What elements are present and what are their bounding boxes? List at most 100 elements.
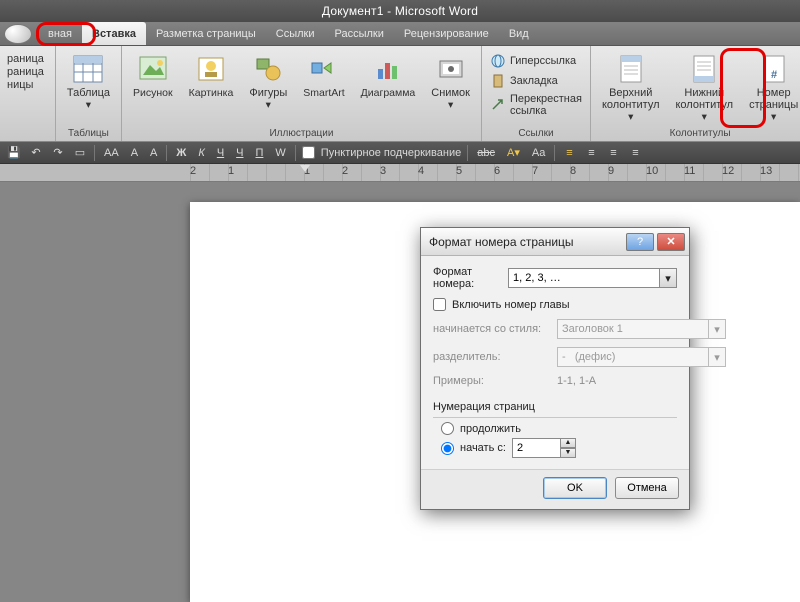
- start-at-radio[interactable]: [441, 442, 454, 455]
- format-value[interactable]: [508, 268, 659, 288]
- page-number-icon: #: [758, 53, 790, 85]
- chevron-down-icon: ▾: [708, 347, 726, 367]
- screenshot-button[interactable]: Снимок ▾: [426, 50, 475, 128]
- ribbon: раница раница ницы Таблица ▾ Таблицы Рис…: [0, 46, 800, 142]
- hyperlink-icon: [490, 53, 506, 69]
- group-label: [2, 128, 49, 141]
- style-dropdown: ▾: [557, 319, 726, 339]
- format-label: Формат номера:: [433, 266, 502, 290]
- qat-aaa[interactable]: Аа: [529, 147, 549, 159]
- qat-aa[interactable]: AА: [101, 147, 122, 159]
- footer-label: Нижний колонтитул ▾: [676, 87, 734, 123]
- header-icon: [615, 53, 647, 85]
- page-number-format-dialog: Формат номера страницы ? ✕ Формат номера…: [420, 227, 690, 510]
- qat-w[interactable]: W: [272, 147, 288, 159]
- tab-mailings[interactable]: Рассылки: [324, 22, 393, 45]
- align-right-icon[interactable]: ≡: [605, 145, 621, 161]
- header-button[interactable]: Верхний колонтитул ▾: [597, 50, 665, 128]
- start-at-input[interactable]: [512, 438, 560, 458]
- group-illustrations: Рисунок Картинка Фигуры ▾ SmartArt Диагр…: [122, 46, 482, 141]
- chart-button[interactable]: Диаграмма: [356, 50, 421, 128]
- spin-up-icon[interactable]: ▲: [560, 438, 576, 448]
- group-hf-label: Колонтитулы: [597, 128, 800, 141]
- start-at-label: начать с:: [460, 442, 506, 454]
- crossref-icon: [490, 97, 506, 113]
- group-header-footer: Верхний колонтитул ▾ Нижний колонтитул ▾…: [591, 46, 800, 141]
- numbering-group-label: Нумерация страниц: [433, 401, 677, 413]
- picture-icon: [137, 53, 169, 85]
- qat-under-2[interactable]: Ч: [233, 147, 246, 159]
- cancel-button[interactable]: Отмена: [615, 477, 679, 499]
- chart-icon: [372, 53, 404, 85]
- include-chapter-label: Включить номер главы: [452, 299, 570, 311]
- chart-label: Диаграмма: [361, 87, 416, 99]
- examples-label: Примеры:: [433, 375, 551, 387]
- table-label: Таблица ▾: [67, 87, 110, 111]
- svg-text:#: #: [771, 69, 777, 81]
- qat-color-a[interactable]: A▾: [504, 146, 523, 159]
- tab-home-truncated[interactable]: вная: [38, 22, 82, 45]
- bookmark-button[interactable]: Закладка: [488, 72, 584, 90]
- crossref-button[interactable]: Перекрестная ссылка: [488, 92, 584, 118]
- align-justify-icon[interactable]: ≡: [627, 145, 643, 161]
- qat-bold[interactable]: Ж: [173, 147, 189, 159]
- footer-button[interactable]: Нижний колонтитул ▾: [671, 50, 739, 128]
- tab-page-layout[interactable]: Разметка страницы: [146, 22, 266, 45]
- picture-button[interactable]: Рисунок: [128, 50, 178, 128]
- window-title: Документ1 - Microsoft Word: [0, 0, 800, 22]
- qat-strike[interactable]: abc: [474, 147, 498, 159]
- save-icon[interactable]: 💾: [6, 145, 22, 161]
- clipart-button[interactable]: Картинка: [184, 50, 239, 128]
- picture-label: Рисунок: [133, 87, 173, 99]
- continue-radio[interactable]: [441, 422, 454, 435]
- office-orb-button[interactable]: [4, 24, 32, 44]
- tab-references[interactable]: Ссылки: [266, 22, 325, 45]
- spin-down-icon[interactable]: ▼: [560, 448, 576, 458]
- align-left-icon[interactable]: ≡: [561, 145, 577, 161]
- smartart-icon: [308, 53, 340, 85]
- chevron-down-icon[interactable]: ▾: [659, 268, 677, 288]
- qat-open-icon[interactable]: ▭: [72, 145, 88, 161]
- format-dropdown[interactable]: ▾: [508, 268, 677, 288]
- redo-icon[interactable]: ↷: [50, 145, 66, 161]
- tab-view[interactable]: Вид: [499, 22, 539, 45]
- tab-review[interactable]: Рецензирование: [394, 22, 499, 45]
- style-label: начинается со стиля:: [433, 323, 551, 335]
- bookmark-icon: [490, 73, 506, 89]
- dialog-help-button[interactable]: ?: [626, 233, 654, 251]
- start-at-spinner[interactable]: ▲▼: [512, 438, 576, 458]
- align-center-icon[interactable]: ≡: [583, 145, 599, 161]
- continue-label: продолжить: [460, 423, 521, 435]
- dashed-underline-check[interactable]: [302, 146, 315, 159]
- shapes-button[interactable]: Фигуры ▾: [244, 50, 292, 128]
- ok-button[interactable]: OK: [543, 477, 607, 499]
- smartart-button[interactable]: SmartArt: [298, 50, 349, 128]
- qat-under-1[interactable]: Ч: [214, 147, 227, 159]
- table-icon: [72, 53, 104, 85]
- smartart-label: SmartArt: [303, 87, 344, 99]
- undo-icon[interactable]: ↶: [28, 145, 44, 161]
- quick-access-toolbar: 💾 ↶ ↷ ▭ AА А А Ж К Ч Ч П W Пунктирное по…: [0, 142, 800, 164]
- dashed-underline-label: Пунктирное подчеркивание: [321, 147, 461, 159]
- separator-label: разделитель:: [433, 351, 551, 363]
- include-chapter-check[interactable]: [433, 298, 446, 311]
- dialog-close-button[interactable]: ✕: [657, 233, 685, 251]
- qat-a2[interactable]: А: [128, 147, 141, 159]
- table-button[interactable]: Таблица ▾: [62, 50, 115, 128]
- separator-dropdown: ▾: [557, 347, 726, 367]
- horizontal-ruler: 2112345678910111213: [0, 164, 800, 182]
- page-number-button[interactable]: # Номер страницы ▾: [744, 50, 800, 128]
- ribbon-tab-bar: вная Вставка Разметка страницы Ссылки Ра…: [0, 22, 800, 46]
- clipart-icon: [195, 53, 227, 85]
- ruler-indent-marker[interactable]: [300, 165, 310, 172]
- tab-insert[interactable]: Вставка: [82, 22, 146, 45]
- dialog-title: Формат номера страницы: [429, 235, 623, 249]
- qat-italic[interactable]: К: [195, 147, 207, 159]
- chevron-down-icon: ▾: [708, 319, 726, 339]
- dialog-titlebar[interactable]: Формат номера страницы ? ✕: [421, 228, 689, 256]
- page-number-label: Номер страницы ▾: [749, 87, 798, 123]
- qat-under-3[interactable]: П: [253, 147, 267, 159]
- hyperlink-button[interactable]: Гиперссылка: [488, 52, 584, 70]
- qat-a3[interactable]: А: [147, 147, 160, 159]
- pages-item[interactable]: раница раница ницы: [2, 50, 49, 128]
